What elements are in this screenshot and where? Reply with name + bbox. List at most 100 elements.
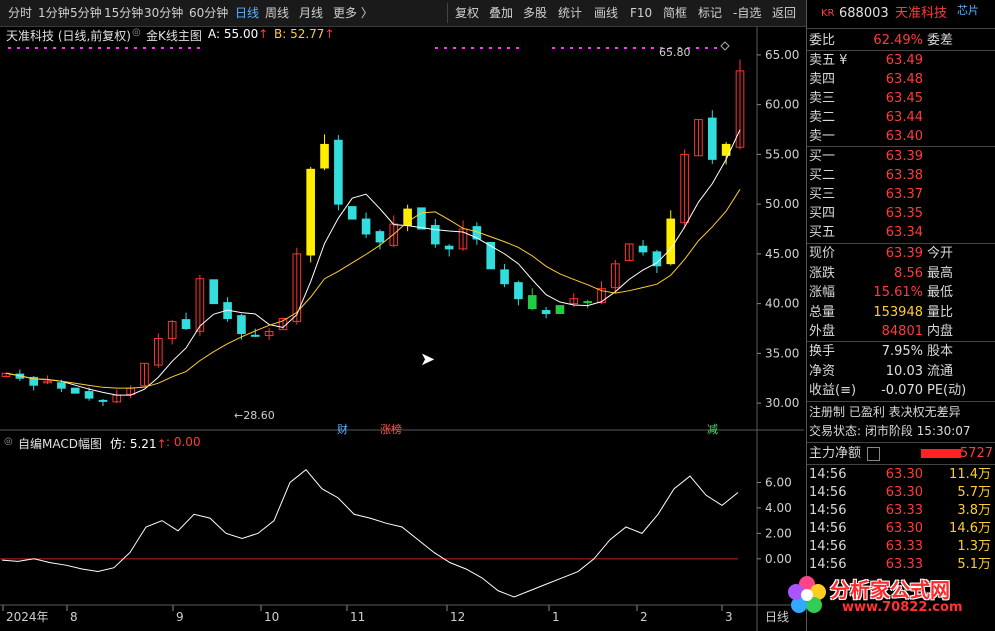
sector-tag[interactable]: 芯片 <box>957 1 979 20</box>
ask-label: 卖一 <box>809 129 836 144</box>
weibi-row: 委比 62.49% 委差 <box>809 31 994 50</box>
stat-label: 涨幅 <box>809 285 836 300</box>
stat2-label2: 股本 <box>927 344 954 359</box>
ask-price: 63.49 <box>885 53 923 68</box>
ask-price: 63.40 <box>885 129 923 144</box>
y-tick-label: 35.00 <box>765 346 799 360</box>
candle-body <box>361 218 371 235</box>
tick-volume: 3.8万 <box>957 503 991 518</box>
signal-dot <box>471 47 474 49</box>
y-tick-label: 65.00 <box>765 48 799 62</box>
candle-body <box>70 387 80 394</box>
candle-body <box>347 206 357 220</box>
x-tick-label: 12 <box>450 610 465 624</box>
tab-5min[interactable]: 5分钟 <box>70 4 102 22</box>
candle-body <box>541 310 551 315</box>
tick-price: 63.30 <box>885 521 923 536</box>
tick-price: 63.33 <box>885 503 923 518</box>
signal-dot <box>89 47 92 49</box>
diejia-button[interactable]: 叠加 <box>489 4 513 22</box>
stat-label2: 最低 <box>927 285 954 300</box>
candle-body <box>527 295 537 310</box>
tick-row: 14:56 63.30 5.7万 <box>809 483 994 502</box>
bid-row: 买二 63.38 <box>809 166 994 185</box>
ask-row: 卖一 63.40 <box>809 127 994 146</box>
back-button[interactable]: 返回 <box>772 4 796 22</box>
tab-monthly[interactable]: 月线 <box>299 4 323 22</box>
stat-label2: 今开 <box>927 246 954 261</box>
y-tick-label: 50.00 <box>765 197 799 211</box>
sub-y-tick-label: 4.00 <box>765 501 792 515</box>
signal-dot <box>134 47 137 49</box>
bid-price: 63.38 <box>885 168 923 183</box>
fuquan-button[interactable]: 复权 <box>455 4 479 22</box>
indicator-dropdown-icon[interactable]: ◎ <box>132 27 141 38</box>
bid-price: 63.35 <box>885 206 923 221</box>
huaxian-button[interactable]: 画线 <box>594 4 618 22</box>
signal-dot <box>188 47 191 49</box>
event-tag-jian[interactable]: 减 <box>707 421 718 437</box>
remove-watchlist-button[interactable]: -自选 <box>733 4 761 22</box>
stat2-label: 净资 <box>809 363 836 379</box>
y-tick-label: 40.00 <box>765 297 799 311</box>
tab-60min[interactable]: 60分钟 <box>189 4 228 22</box>
tab-weekly[interactable]: 周线 <box>265 4 289 22</box>
ask-row: 卖四 63.48 <box>809 70 994 89</box>
bid-row: 买五 63.34 <box>809 223 994 242</box>
a-up-arrow-icon: ↑ <box>258 27 269 41</box>
signal-dot <box>453 47 456 49</box>
toolbar-divider <box>447 3 448 23</box>
bid-price: 63.37 <box>885 187 923 202</box>
candle-body <box>375 231 385 243</box>
tab-15min[interactable]: 15分钟 <box>104 4 143 22</box>
signal-dot <box>642 47 645 49</box>
signal-dot <box>197 47 200 49</box>
sub-y-tick-label: 2.00 <box>765 526 792 540</box>
candle-body <box>417 207 426 230</box>
signal-dot <box>8 47 11 49</box>
candle-body <box>306 168 315 256</box>
event-tag-cai[interactable]: 财 <box>337 421 348 437</box>
y-tick-label: 55.00 <box>765 147 799 161</box>
signal-dot <box>107 47 110 49</box>
candle-body <box>181 319 191 329</box>
stat-value: 63.39 <box>885 246 923 261</box>
bid-label: 买四 <box>809 206 836 221</box>
biaoji-button[interactable]: 标记 <box>698 4 722 22</box>
signal-dot <box>125 47 128 49</box>
stat-label: 总量 <box>809 304 836 320</box>
signal-dot <box>444 47 447 49</box>
main-flow-row: 主力净额 5727 <box>809 444 994 463</box>
stock-name: 天准科技 <box>895 6 948 21</box>
stat-label2: 量比 <box>927 304 954 320</box>
bid-label: 买二 <box>809 168 836 183</box>
trade-state-row: 交易状态: 闭市阶段 15:30:07 <box>809 424 971 438</box>
tick-time: 14:56 <box>809 485 847 500</box>
main-flow-value: 5727 <box>959 446 993 461</box>
signal-dot <box>179 47 182 49</box>
tab-more[interactable]: 更多 〉 <box>333 4 373 22</box>
list-icon[interactable] <box>867 447 880 461</box>
f10-button[interactable]: F10 <box>630 4 652 22</box>
signal-dot <box>498 47 501 49</box>
ma-long-line <box>5 189 741 389</box>
stat-row: 现价 63.39 今开 <box>809 244 994 263</box>
tongji-button[interactable]: 统计 <box>558 4 582 22</box>
sub-y-tick-label: 0.00 <box>765 552 792 566</box>
indicator-name[interactable]: 金K线主图 <box>146 27 202 44</box>
kline-chart[interactable]: 65.0060.0055.0050.0045.0040.0035.0030.00… <box>0 27 804 631</box>
tab-30min[interactable]: 30分钟 <box>144 4 183 22</box>
tab-1min[interactable]: 1分钟 <box>38 4 70 22</box>
jiankuang-button[interactable]: 简框 <box>663 4 687 22</box>
y-tick-label: 30.00 <box>765 396 799 410</box>
stat2-label2: 流通 <box>927 363 954 379</box>
event-tag-zhangbang[interactable]: 涨榜 <box>380 421 402 437</box>
tab-daily[interactable]: 日线 <box>235 4 259 22</box>
divider <box>807 28 995 29</box>
tab-fenshi[interactable]: 分时 <box>8 4 32 22</box>
sub-indicator-dropdown-icon[interactable]: ◎ <box>4 436 13 447</box>
sub-chart-title[interactable]: 自编MACD幅图 <box>18 435 102 452</box>
duogu-button[interactable]: 多股 <box>523 4 547 22</box>
signal-dot <box>170 47 173 49</box>
chart-area[interactable]: 65.00 60.00 55.00 50.00 45.00 40.00 35.00 30.00… <box>0 27 804 631</box>
